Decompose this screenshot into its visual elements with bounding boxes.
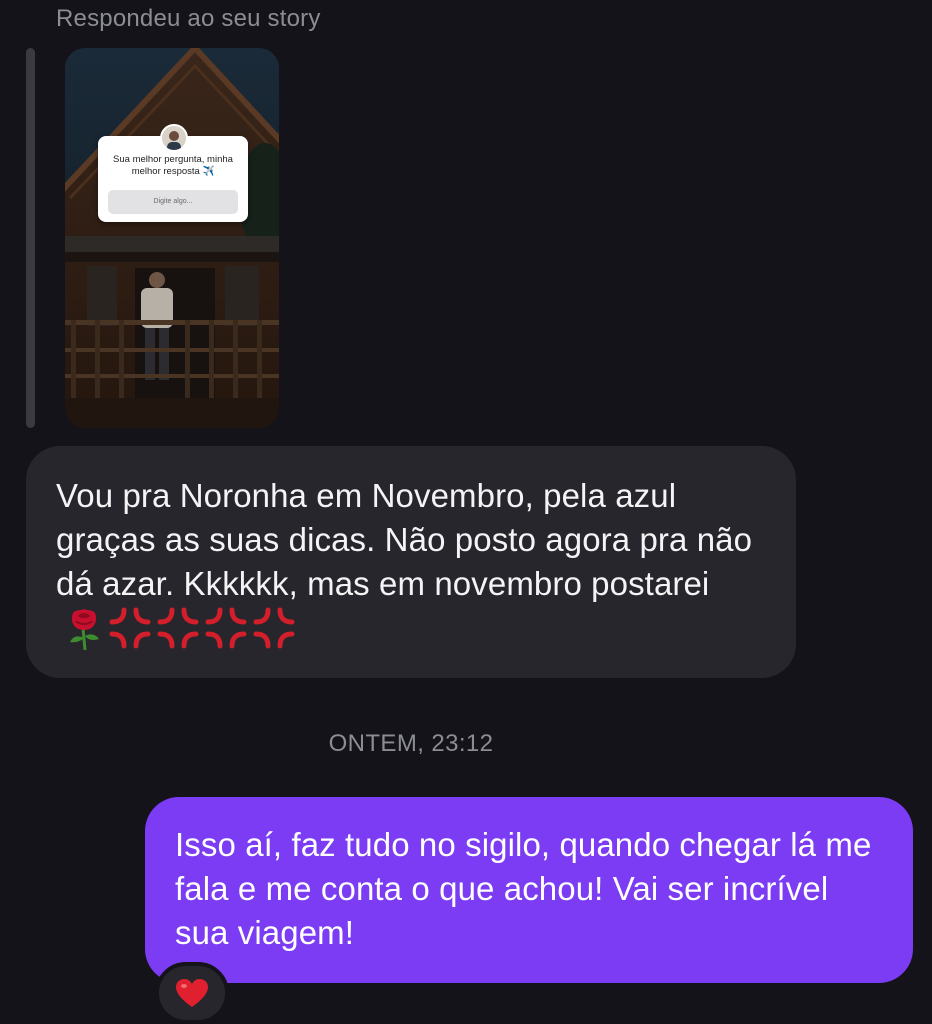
message-timestamp: ONTEM, 23:12 bbox=[328, 730, 494, 757]
message-text-container: Vou pra Noronha em Novembro, pela azul g… bbox=[56, 474, 766, 653]
message-bubble-outgoing[interactable]: Isso aí, faz tudo no sigilo, quando cheg… bbox=[145, 797, 913, 983]
message-reaction[interactable] bbox=[155, 962, 229, 1024]
emoji-row bbox=[64, 606, 296, 650]
anger-symbol-icon bbox=[253, 607, 295, 649]
anger-symbol-icon bbox=[109, 607, 151, 649]
story-thumbnail[interactable]: Sua melhor pergunta, minha melhor respos… bbox=[65, 48, 279, 428]
story-reply-bar bbox=[26, 48, 35, 428]
story-reply-label: Respondeu ao seu story bbox=[56, 5, 321, 32]
story-background-image bbox=[65, 48, 279, 428]
question-sticker-text: Sua melhor pergunta, minha melhor respos… bbox=[113, 154, 233, 177]
message-bubble-incoming[interactable]: Vou pra Noronha em Novembro, pela azul g… bbox=[26, 446, 796, 678]
message-text-incoming: Vou pra Noronha em Novembro, pela azul g… bbox=[56, 477, 753, 602]
anger-symbol-icon bbox=[205, 607, 247, 649]
red-heart-icon bbox=[176, 979, 208, 1007]
anger-symbol-icon bbox=[157, 607, 199, 649]
avatar bbox=[160, 124, 188, 152]
rose-icon bbox=[70, 609, 99, 650]
question-sticker-input: Digite algo... bbox=[108, 190, 238, 214]
message-text-outgoing: Isso aí, faz tudo no sigilo, quando cheg… bbox=[175, 826, 872, 951]
question-sticker: Sua melhor pergunta, minha melhor respos… bbox=[98, 124, 248, 222]
